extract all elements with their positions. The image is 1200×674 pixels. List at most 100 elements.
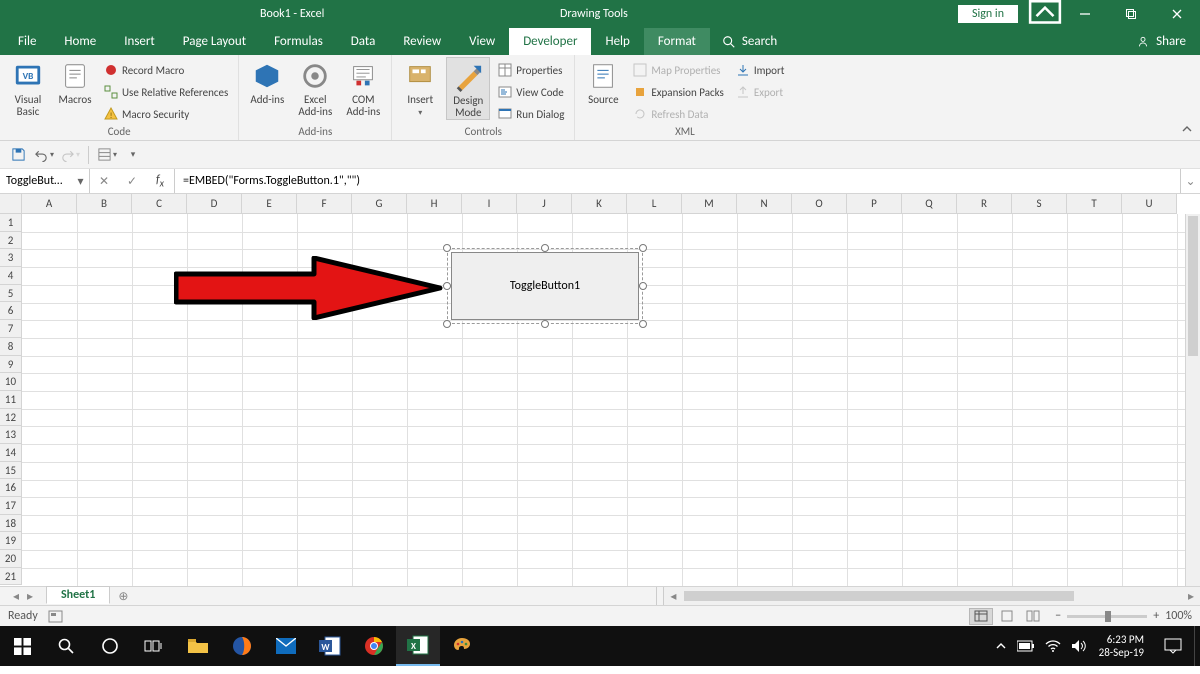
row-header[interactable]: 7 bbox=[0, 320, 22, 338]
column-header[interactable]: R bbox=[957, 194, 1012, 214]
row-header[interactable]: 17 bbox=[0, 497, 22, 515]
column-header[interactable]: O bbox=[792, 194, 847, 214]
insert-function-button[interactable]: fx bbox=[146, 173, 174, 189]
properties-button[interactable]: Properties bbox=[494, 60, 568, 80]
maximize-button[interactable] bbox=[1108, 0, 1154, 28]
resize-handle-ne[interactable] bbox=[639, 244, 647, 252]
column-header[interactable]: C bbox=[132, 194, 187, 214]
column-header[interactable]: F bbox=[297, 194, 352, 214]
excel-addins-button[interactable]: Excel Add-ins bbox=[293, 57, 337, 118]
column-header[interactable]: P bbox=[847, 194, 902, 214]
qat-customize-button[interactable]: ▾ bbox=[123, 145, 143, 165]
column-header[interactable]: B bbox=[77, 194, 132, 214]
column-header[interactable]: G bbox=[352, 194, 407, 214]
xml-source-button[interactable]: Source bbox=[581, 57, 625, 106]
scrollbar-thumb[interactable] bbox=[1188, 216, 1198, 356]
search-button[interactable] bbox=[44, 626, 88, 666]
column-header[interactable]: H bbox=[407, 194, 462, 214]
page-layout-view-button[interactable] bbox=[995, 608, 1019, 625]
column-header[interactable]: S bbox=[1012, 194, 1067, 214]
xml-import-button[interactable]: Import bbox=[732, 60, 789, 80]
collapse-ribbon-button[interactable] bbox=[1180, 122, 1194, 136]
sheet-nav-prev[interactable]: ◂ bbox=[13, 589, 19, 604]
tab-help[interactable]: Help bbox=[591, 28, 643, 55]
vertical-scrollbar[interactable] bbox=[1185, 214, 1200, 586]
taskbar-app-firefox[interactable] bbox=[220, 626, 264, 666]
use-relative-references-button[interactable]: Use Relative References bbox=[100, 82, 232, 102]
row-header[interactable]: 11 bbox=[0, 391, 22, 409]
view-code-button[interactable]: View Code bbox=[494, 82, 568, 102]
row-header[interactable]: 6 bbox=[0, 302, 22, 320]
save-button[interactable] bbox=[8, 145, 28, 165]
enter-formula-button[interactable]: ✓ bbox=[118, 174, 146, 189]
normal-view-button[interactable] bbox=[969, 608, 993, 625]
taskbar-app-chrome[interactable] bbox=[352, 626, 396, 666]
share-button[interactable]: Share bbox=[1122, 28, 1200, 55]
sheet-nav-next[interactable]: ▸ bbox=[27, 589, 33, 604]
zoom-level[interactable]: 100% bbox=[1165, 609, 1192, 623]
hscroll-left[interactable]: ◂ bbox=[664, 589, 682, 604]
taskbar-app-excel[interactable]: X bbox=[396, 626, 440, 666]
toggle-button-control[interactable]: ToggleButton1 bbox=[451, 252, 639, 320]
taskbar-app-word[interactable]: W bbox=[308, 626, 352, 666]
undo-button[interactable]: ▾ bbox=[34, 145, 54, 165]
resize-handle-e[interactable] bbox=[639, 282, 647, 290]
tab-developer[interactable]: Developer bbox=[509, 28, 591, 55]
row-header[interactable]: 14 bbox=[0, 444, 22, 462]
record-macro-button[interactable]: Record Macro bbox=[100, 60, 232, 80]
sheet-tab-sheet1[interactable]: Sheet1 bbox=[46, 586, 110, 604]
taskbar-app-mail[interactable] bbox=[264, 626, 308, 666]
hscroll-right[interactable]: ▸ bbox=[1182, 589, 1200, 604]
ribbon-display-options-icon[interactable] bbox=[1028, 0, 1062, 31]
column-header[interactable]: K bbox=[572, 194, 627, 214]
column-header[interactable]: L bbox=[627, 194, 682, 214]
row-header[interactable]: 13 bbox=[0, 426, 22, 444]
resize-handle-nw[interactable] bbox=[443, 244, 451, 252]
battery-icon[interactable] bbox=[1017, 640, 1035, 652]
column-header[interactable]: J bbox=[517, 194, 572, 214]
row-header[interactable]: 20 bbox=[0, 550, 22, 568]
taskbar-app-file-explorer[interactable] bbox=[176, 626, 220, 666]
design-mode-button[interactable]: Design Mode bbox=[446, 57, 490, 120]
tab-insert[interactable]: Insert bbox=[110, 28, 169, 55]
resize-handle-sw[interactable] bbox=[443, 320, 451, 328]
zoom-out-button[interactable]: − bbox=[1055, 609, 1061, 623]
row-header[interactable]: 19 bbox=[0, 532, 22, 550]
tab-format[interactable]: Format bbox=[644, 28, 710, 55]
tab-view[interactable]: View bbox=[455, 28, 509, 55]
new-sheet-button[interactable]: ⊕ bbox=[110, 587, 136, 605]
row-header[interactable]: 18 bbox=[0, 515, 22, 533]
expansion-packs-button[interactable]: Expansion Packs bbox=[629, 82, 727, 102]
row-header[interactable]: 12 bbox=[0, 409, 22, 427]
page-break-view-button[interactable] bbox=[1021, 608, 1045, 625]
formula-bar-input[interactable] bbox=[175, 169, 1180, 193]
name-box[interactable]: ▾ bbox=[0, 169, 90, 193]
column-header[interactable]: D bbox=[187, 194, 242, 214]
column-header[interactable]: M bbox=[682, 194, 737, 214]
resize-handle-n[interactable] bbox=[541, 244, 549, 252]
zoom-in-button[interactable]: + bbox=[1153, 609, 1159, 623]
visual-basic-button[interactable]: VB Visual Basic bbox=[6, 57, 50, 118]
close-button[interactable] bbox=[1154, 0, 1200, 28]
row-header[interactable]: 1 bbox=[0, 214, 22, 232]
tab-home[interactable]: Home bbox=[50, 28, 110, 55]
run-dialog-button[interactable]: Run Dialog bbox=[494, 104, 568, 124]
row-header[interactable]: 10 bbox=[0, 373, 22, 391]
cancel-formula-button[interactable]: ✕ bbox=[90, 174, 118, 189]
wifi-icon[interactable] bbox=[1045, 639, 1061, 653]
macro-recording-icon[interactable] bbox=[48, 610, 63, 623]
macro-security-button[interactable]: !Macro Security bbox=[100, 104, 232, 124]
column-header[interactable]: U bbox=[1122, 194, 1177, 214]
column-header[interactable]: E bbox=[242, 194, 297, 214]
zoom-slider[interactable] bbox=[1067, 615, 1147, 618]
cortana-button[interactable] bbox=[88, 626, 132, 666]
tab-scroll-splitter[interactable] bbox=[656, 587, 664, 605]
name-box-input[interactable] bbox=[0, 174, 72, 188]
worksheet-grid[interactable]: ABCDEFGHIJKLMNOPQRSTU 123456789101112131… bbox=[0, 194, 1200, 586]
zoom-slider-knob[interactable] bbox=[1105, 611, 1111, 622]
tab-review[interactable]: Review bbox=[389, 28, 455, 55]
task-view-button[interactable] bbox=[132, 626, 176, 666]
column-header[interactable]: I bbox=[462, 194, 517, 214]
minimize-button[interactable] bbox=[1062, 0, 1108, 28]
addins-button[interactable]: Add-ins bbox=[245, 57, 289, 106]
